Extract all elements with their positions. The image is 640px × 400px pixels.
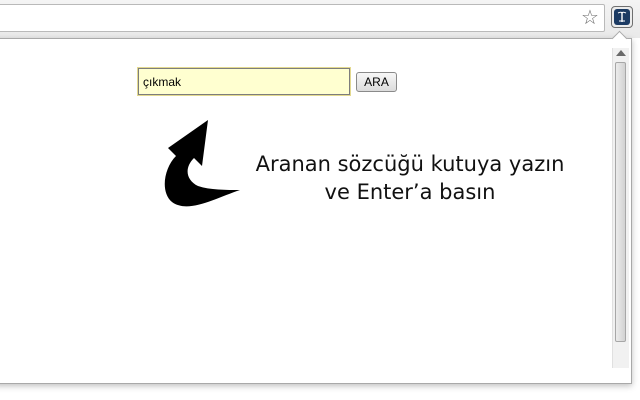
curved-arrow-icon (164, 120, 240, 207)
search-instruction: Aranan sözcüğü kutuya yazın ve Enter’a b… (240, 150, 580, 206)
search-button[interactable]: ARA (356, 72, 397, 92)
address-bar[interactable] (0, 4, 605, 32)
book-icon (617, 11, 627, 22)
scroll-up-arrow-icon[interactable] (616, 50, 626, 56)
star-icon[interactable]: ☆ (579, 7, 601, 29)
instruction-line-1: Aranan sözcüğü kutuya yazın (255, 152, 565, 176)
search-input[interactable] (138, 68, 350, 95)
popup-scrollbar[interactable] (612, 48, 629, 368)
browser-toolbar: ☆ (0, 0, 640, 38)
dictionary-extension-icon[interactable] (611, 6, 633, 28)
instruction-line-2: ve Enter’a basın (324, 180, 496, 204)
scroll-thumb[interactable] (615, 62, 626, 342)
